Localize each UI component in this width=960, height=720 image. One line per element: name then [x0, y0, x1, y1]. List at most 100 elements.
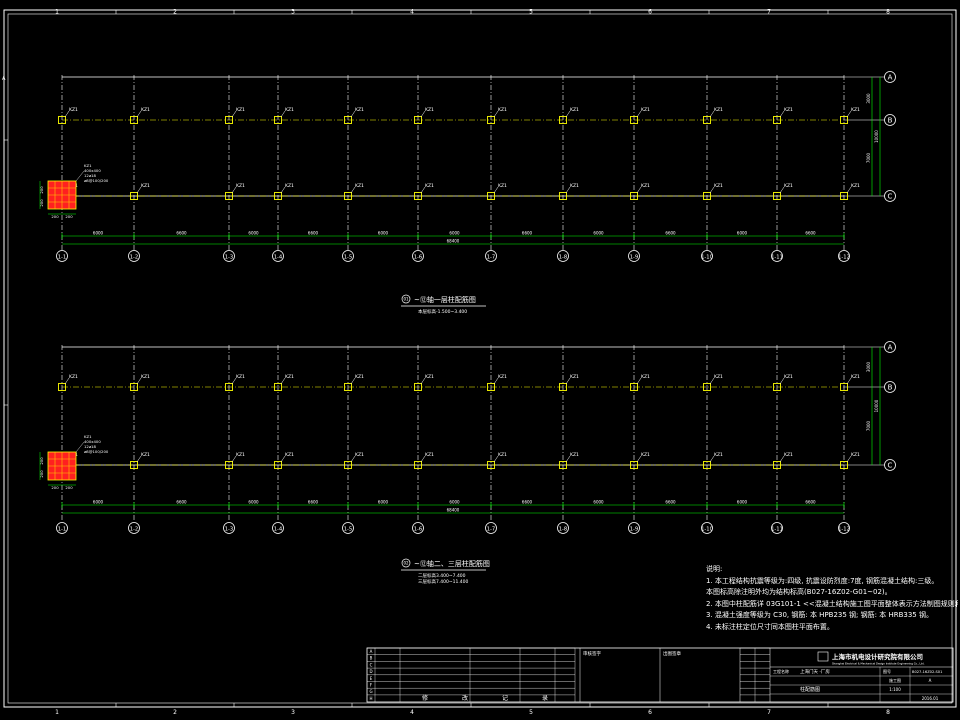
column-tag: KZ1 [425, 183, 434, 189]
dimension-span-value: 6000 [378, 231, 389, 236]
column-tag: KZ1 [641, 452, 650, 458]
column-detail-label: ⌀8@100/200 [84, 178, 109, 183]
dimension-span-value: 6000 [93, 500, 104, 505]
axis-bubble-label: 1-1 [58, 254, 66, 260]
column-tag: KZ1 [141, 183, 150, 189]
column-tag: KZ1 [69, 374, 78, 380]
stage: 施工图 [889, 677, 901, 683]
border-number-bottom: 8 [886, 709, 890, 716]
column-tag: KZ1 [714, 452, 723, 458]
dimension-span-value: 6600 [805, 500, 816, 505]
dimension-total-value: 68400 [447, 508, 460, 513]
axis-bubble-label: 1-1 [58, 526, 66, 532]
border-number-top: 1 [55, 9, 59, 16]
revision-row-letter: D [369, 669, 372, 674]
border-number-bottom: 4 [410, 709, 414, 716]
border-number-top: 3 [291, 9, 295, 16]
dimension-total-value: 68400 [447, 239, 460, 244]
axis-bubble-label: 1-10 [701, 526, 713, 532]
axis-bubble-row-label: C [888, 193, 893, 201]
dimension-span-value: 6000 [449, 231, 460, 236]
column-tag: KZ1 [285, 452, 294, 458]
plan-title: ~⑫轴二、三层柱配筋图 [414, 559, 490, 568]
column-tag: KZ1 [236, 183, 245, 189]
axis-bubble-label: 1-3 [225, 254, 233, 260]
axis-bubble-row-label: C [888, 462, 893, 470]
column-tag: KZ1 [714, 183, 723, 189]
column-tag: KZ1 [285, 374, 294, 380]
axis-bubble-row-label: B [888, 117, 893, 125]
revision-row-letter: B [370, 656, 373, 661]
border-number-top: 6 [648, 9, 652, 16]
column-tag: KZ1 [498, 183, 507, 189]
axis-bubble-label: 1-11 [771, 254, 783, 260]
company-logo [817, 651, 829, 662]
dimension-span-value: 6000 [248, 231, 259, 236]
column-tag: KZ1 [141, 452, 150, 458]
column-detail-dim: 200 [65, 485, 73, 490]
axis-bubble-label: 1-4 [274, 254, 283, 260]
revision-row-letter: H [369, 696, 372, 701]
dimension-span-value: 6000 [93, 231, 104, 236]
axis-bubble-label: 1-8 [559, 526, 567, 532]
revision-row-letter: F [370, 683, 373, 688]
plan-title: ~⑫轴一层柱配筋图 [414, 295, 476, 304]
border-number-top: 4 [410, 9, 414, 16]
column-tag: KZ1 [851, 107, 860, 113]
dimension-span-value: 6600 [308, 231, 319, 236]
axis-bubble-row-label: A [888, 74, 893, 82]
column-tag: KZ1 [784, 374, 793, 380]
column-detail-label: ⌀8@100/200 [84, 449, 109, 454]
dimension-span-value: 6000 [449, 500, 460, 505]
dimension-span-value: 6000 [593, 500, 604, 505]
general-notes: 说明: 1. 本工程结构抗震等级为:四级, 抗震设防烈度:7度, 钢筋混凝土结构… [706, 564, 958, 633]
dimension-span-value: 6000 [737, 500, 748, 505]
checked-by-label: 出图签章 [663, 650, 681, 657]
column-tag: KZ1 [425, 452, 434, 458]
column-tag: KZ1 [570, 374, 579, 380]
revision-header: 录 [542, 694, 548, 702]
column-tag: KZ1 [641, 183, 650, 189]
axis-bubble-row-label: A [888, 344, 893, 352]
axis-bubble-label: 1-11 [771, 526, 783, 532]
column-tag: KZ1 [851, 452, 860, 458]
notes-line-3: 2. 本图中柱配筋详 03G101-1 <<混凝土结构施工图平面整体表示方法制图… [706, 599, 958, 608]
column-tag: KZ1 [784, 452, 793, 458]
axis-bubble-label: 1-9 [630, 526, 638, 532]
revision-row-letter: C [370, 662, 373, 667]
column-detail-leader [75, 170, 85, 182]
drawing-no-label: 图号 [883, 668, 891, 674]
axis-bubble-label: 1-4 [274, 526, 283, 532]
column-tag: KZ1 [570, 107, 579, 113]
dimension-span-value: 6600 [665, 231, 676, 236]
title-block: ABCDEFGH 修改记录审核签字 出图签章 上海市机电设计研究院有限公司Shangh… [366, 647, 954, 703]
border-number-top: 8 [886, 9, 890, 16]
border-number-bottom: 5 [529, 709, 533, 716]
plan-first-floor: A B C 1-1 1-2 1-3 1-4 1-5 1-6 1-7 1-8 1-9 1-10 1-11 1-… [39, 71, 896, 262]
scale: 1:100 [889, 687, 901, 692]
axis-bubble-label: 1-7 [487, 526, 495, 532]
column-tag: KZ1 [355, 107, 364, 113]
revision-row-letter: G [369, 689, 372, 694]
plan-second-third-floor: A B C 1-1 1-2 1-3 1-4 1-5 1-6 1-7 1-8 1-9 1-10 1-11 1-… [39, 341, 896, 534]
dimension-span-value: 6000 [737, 231, 748, 236]
column-tag: KZ1 [355, 452, 364, 458]
border-number-top: 2 [173, 9, 177, 16]
column-tag: KZ1 [141, 107, 150, 113]
column-tag: KZ1 [570, 183, 579, 189]
axis-bubble-label: 1-2 [130, 254, 138, 260]
date: 2016.01 [922, 696, 939, 701]
drawing-no: B027-16Z02-S01 [912, 670, 942, 674]
axis-bubble-label: 1-12 [838, 254, 850, 260]
plan-subtitle: 本层标高-1.500~3.400 [418, 308, 467, 315]
dimension-span-value: 6600 [522, 500, 533, 505]
axis-bubble-label: 1-6 [414, 526, 422, 532]
axis-bubble-row-label: B [888, 384, 893, 392]
axis-bubble-label: 1-5 [344, 254, 352, 260]
column-tag: KZ1 [641, 374, 650, 380]
column-tag: KZ1 [570, 452, 579, 458]
dimension-right-value: 7000 [866, 420, 871, 431]
plan-title-number: 01 [403, 297, 409, 302]
project-label: 工程名称 [773, 668, 789, 674]
column-tag: KZ1 [498, 374, 507, 380]
